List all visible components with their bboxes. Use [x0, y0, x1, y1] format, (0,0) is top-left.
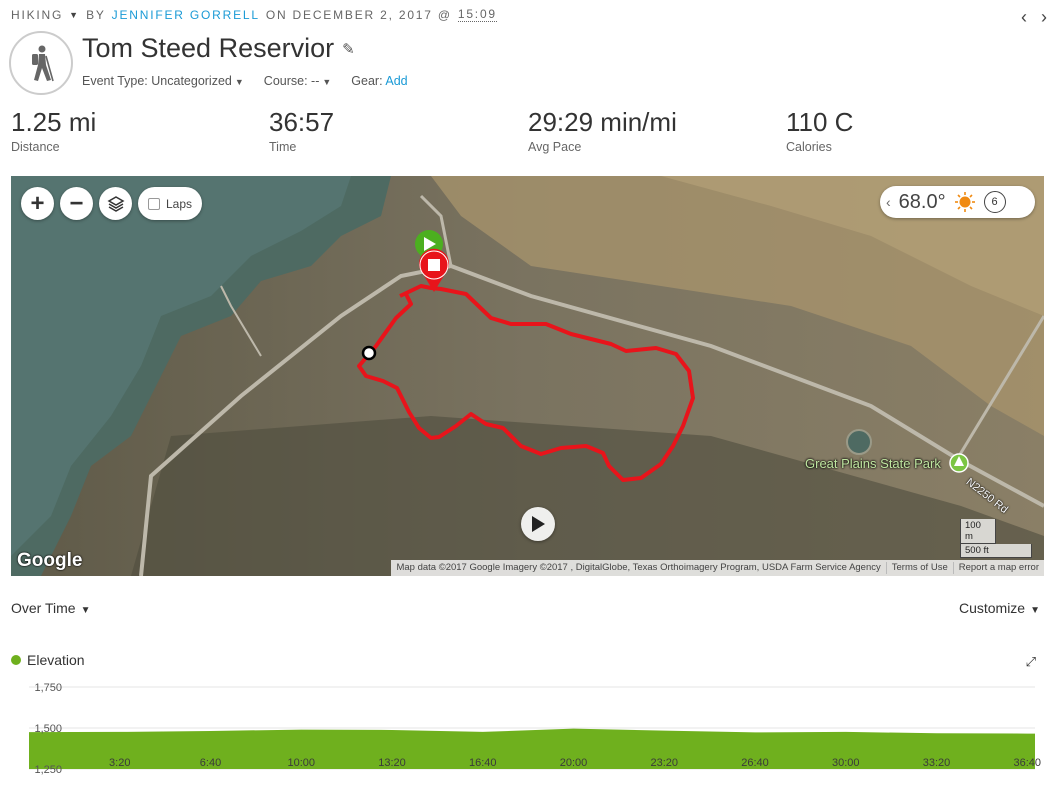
laps-label: Laps: [166, 196, 193, 211]
stat-value: 36:57: [269, 107, 335, 137]
expand-icon[interactable]: ⤢: [1026, 654, 1036, 670]
stat-value: 29:29 min/mi: [528, 107, 677, 137]
map-scale: 100 m 500 ft: [960, 519, 1032, 558]
activity-pager: ‹ ›: [1021, 8, 1047, 26]
play-icon: [532, 516, 545, 532]
edit-pencil-icon[interactable]: ✎: [342, 40, 355, 58]
scale-metric: 100 m: [960, 519, 996, 544]
x-tick-label: 36:40: [1014, 757, 1042, 769]
chevron-down-icon: ▼: [80, 605, 91, 616]
stat-calories: 110 C Calories: [786, 108, 853, 154]
map-attribution: Map data ©2017 Google Imagery ©2017 , Di…: [391, 560, 1044, 576]
activity-title: Tom Steed Reservior: [82, 33, 335, 63]
stat-label: Calories: [786, 140, 832, 154]
chevron-right-icon[interactable]: ›: [1041, 8, 1047, 26]
x-tick-label: 6:40: [200, 757, 221, 769]
activity-meta: HIKING ▼ BY JENNIFER GORRELL ON DECEMBER…: [11, 7, 497, 22]
activity-time[interactable]: 15:09: [457, 7, 497, 22]
customize-dropdown[interactable]: Customize ▼: [959, 600, 1040, 616]
activity-type[interactable]: HIKING: [11, 8, 63, 22]
customize-label: Customize: [958, 600, 1026, 616]
weather-widget: ‹ 68.0° 6: [880, 186, 1035, 218]
chevron-down-icon: ▼: [1030, 605, 1040, 616]
activity-details: Event Type: Uncategorized ▼ Course: -- ▼ G…: [82, 74, 408, 88]
zoom-in-button[interactable]: +: [21, 187, 54, 220]
x-tick-label: 3:20: [109, 757, 130, 769]
over-time-label: Over Time: [11, 600, 76, 616]
laps-checkbox[interactable]: [148, 197, 160, 210]
chevron-left-icon[interactable]: ‹: [886, 194, 891, 210]
author-link[interactable]: JENNIFER GORRELL: [112, 8, 260, 22]
report-error-link[interactable]: Report a map error: [952, 562, 1044, 574]
layers-icon: [106, 195, 125, 212]
event-type-label: Event Type: Uncategorized: [82, 74, 232, 88]
activity-type-dropdown-icon[interactable]: ▼: [69, 10, 78, 20]
event-type-selector[interactable]: Event Type: Uncategorized ▼: [82, 74, 244, 88]
y-tick-label: 1,500: [34, 723, 62, 735]
stat-avg-pace: 29:29 min/mi Avg Pace: [528, 108, 677, 154]
y-tick-label: 1,250: [34, 764, 62, 776]
temperature-value: 68.0°: [898, 190, 946, 213]
page-title: Tom Steed Reservior ✎: [82, 33, 355, 64]
chevron-left-icon[interactable]: ‹: [1021, 8, 1027, 26]
elevation-area: [29, 728, 1035, 769]
chevron-down-icon: ▼: [234, 77, 244, 87]
route-map[interactable]: + − Laps ‹ 68.0° 6 Great Plains State Pa…: [11, 176, 1044, 576]
x-tick-label: 16:40: [469, 757, 497, 769]
stat-time: 36:57 Time: [269, 108, 334, 154]
x-tick-label: 10:00: [287, 757, 315, 769]
by-label: BY: [86, 7, 106, 22]
hiker-icon: [9, 31, 73, 95]
laps-toggle[interactable]: Laps: [138, 187, 202, 220]
chart-legend[interactable]: Elevation: [11, 652, 85, 668]
stat-label: Time: [269, 140, 297, 154]
stat-label: Avg Pace: [528, 140, 582, 154]
x-tick-label: 20:00: [560, 757, 588, 769]
elevation-chart[interactable]: 1,750 1,500 1,250 3:20 6:40 10:00 13:20 16:40 20…: [0, 675, 1059, 787]
gear-field: Gear: Add: [351, 74, 407, 88]
google-logo: Google: [17, 550, 83, 571]
sun-icon: [954, 192, 975, 212]
x-tick-label: 13:20: [378, 757, 406, 769]
x-tick-label: 33:20: [923, 757, 951, 769]
layers-button[interactable]: [99, 187, 132, 220]
x-tick-label: 30:00: [832, 757, 860, 769]
wind-speed: 6: [983, 191, 1006, 213]
date-label: ON DECEMBER 2, 2017 @: [265, 7, 452, 22]
over-time-dropdown[interactable]: Over Time ▼: [11, 600, 90, 616]
zoom-out-button[interactable]: −: [60, 187, 93, 220]
position-marker: [361, 345, 377, 361]
y-tick-label: 1,750: [34, 682, 62, 694]
stat-value: 110 C: [786, 107, 854, 137]
terms-link[interactable]: Terms of Use: [885, 562, 953, 574]
scale-imperial: 500 ft: [960, 544, 1032, 558]
chevron-down-icon: ▼: [322, 77, 332, 87]
stat-value: 1.25 mi: [11, 107, 97, 137]
park-label: Great Plains State Park: [805, 456, 941, 471]
legend-label: Elevation: [27, 652, 85, 668]
x-tick-label: 26:40: [741, 757, 769, 769]
course-label: Course: --: [263, 74, 320, 88]
stat-distance: 1.25 mi Distance: [11, 108, 96, 154]
x-tick-label: 23:20: [651, 757, 679, 769]
gear-label: Gear:: [351, 74, 383, 88]
attribution-text: Map data ©2017 Google Imagery ©2017 , Di…: [396, 562, 881, 573]
add-gear-link[interactable]: Add: [385, 74, 407, 88]
stat-label: Distance: [11, 140, 60, 154]
legend-swatch: [11, 655, 21, 665]
play-route-button[interactable]: [521, 507, 555, 541]
course-selector[interactable]: Course: -- ▼: [264, 74, 332, 88]
